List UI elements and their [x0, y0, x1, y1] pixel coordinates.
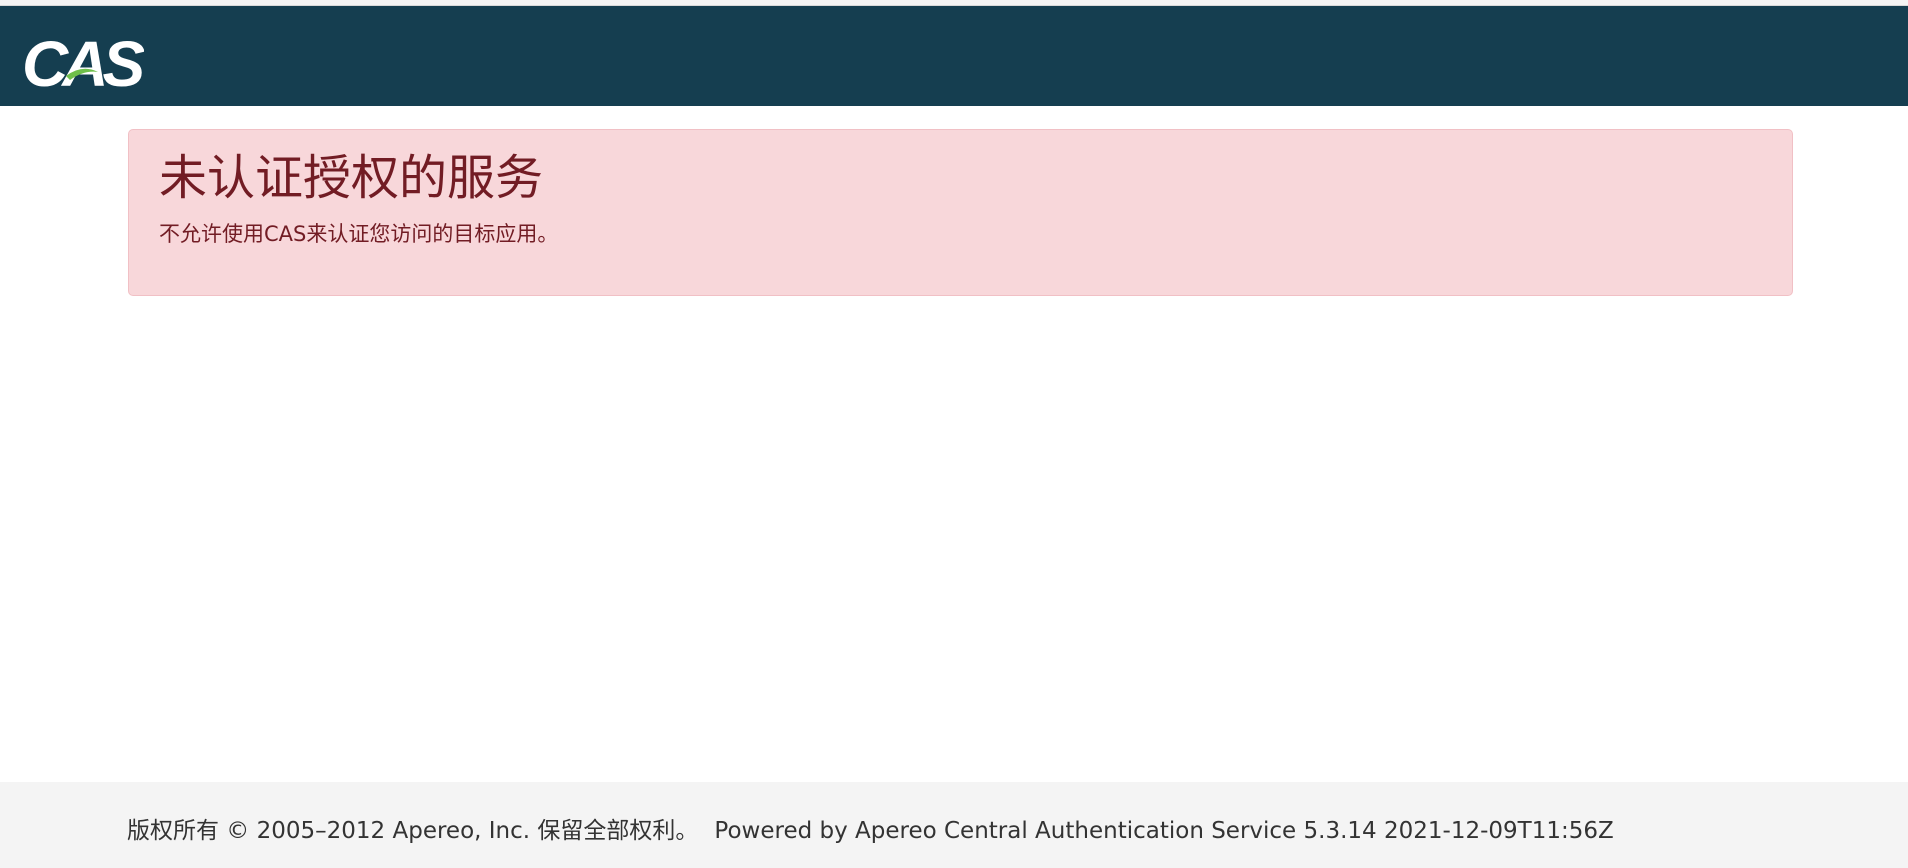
alert-title: 未认证授权的服务: [159, 150, 544, 206]
header-bar: CAS: [0, 6, 1908, 106]
footer-text: 版权所有 © 2005–2012 Apereo, Inc. 保留全部权利。 Pow…: [127, 811, 1614, 845]
powered-by-prefix: Powered by: [714, 818, 848, 844]
svg-text:CAS: CAS: [22, 28, 144, 96]
footer: 版权所有 © 2005–2012 Apereo, Inc. 保留全部权利。 Pow…: [0, 782, 1908, 868]
powered-by-link[interactable]: Apereo Central Authentication Service 5.…: [855, 818, 1614, 844]
alert-message: 不允许使用CAS来认证您访问的目标应用。: [159, 221, 559, 246]
error-alert: 未认证授权的服务 不允许使用CAS来认证您访问的目标应用。: [128, 129, 1793, 296]
cas-logo[interactable]: CAS: [22, 26, 144, 96]
copyright-text: 版权所有 © 2005–2012 Apereo, Inc. 保留全部权利。: [127, 818, 699, 844]
